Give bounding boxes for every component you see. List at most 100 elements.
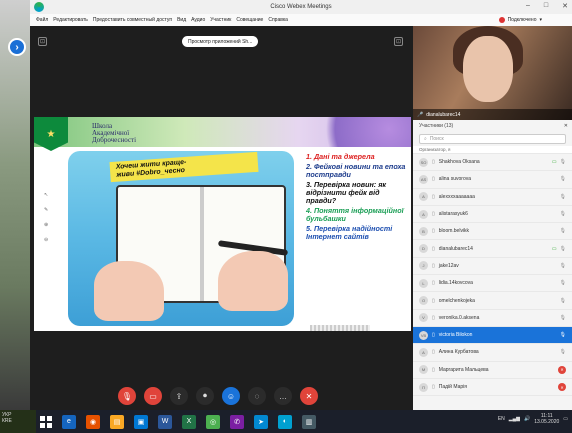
topic-list: 1. Дані та джерела 2. Фейкові новини та …	[306, 152, 410, 331]
more-options-icon[interactable]: …	[274, 387, 292, 405]
participant-row[interactable]: V ▯ veronika.0.aksena 🎙	[413, 310, 572, 327]
speaker-name: dianalubarec14	[426, 111, 461, 118]
mic-icon[interactable]: 🎙	[560, 349, 566, 355]
device-icon: ▯	[432, 332, 435, 339]
edge-icon[interactable]: e	[62, 414, 76, 429]
chrome-icon[interactable]: ◎	[206, 414, 220, 429]
leave-meeting-icon[interactable]: ✕	[300, 387, 318, 405]
menu-item-0[interactable]: Файл	[36, 17, 48, 23]
mute-icon[interactable]: 🎙	[118, 387, 136, 405]
participant-name: lidia.14kovcova	[438, 280, 473, 287]
participants-icon[interactable]: ☺	[222, 387, 240, 405]
zoom-out-icon[interactable]: ⊖	[44, 237, 48, 243]
muted-mic-icon[interactable]: ✕	[558, 365, 566, 374]
maximize-icon[interactable]: □	[544, 2, 548, 10]
windows-start-icon[interactable]	[40, 415, 52, 428]
mic-icon[interactable]: 🎙	[560, 176, 566, 182]
telegram-icon[interactable]: ➤	[254, 414, 268, 429]
participant-row[interactable]: VB ▯ victoria Bilokon 🎙	[413, 326, 572, 345]
webex-logo-icon	[34, 2, 44, 12]
pen-icon[interactable]: ✎	[44, 207, 48, 213]
mic-icon[interactable]: 🎙	[560, 315, 566, 321]
menu-item-3[interactable]: Вид	[177, 17, 186, 23]
share-icon[interactable]: ⇪	[170, 387, 188, 405]
participant-row[interactable]: A ▯ alexxxxaaaaaaa 🎙	[413, 189, 572, 206]
mic-icon[interactable]: 🎙	[560, 159, 566, 165]
device-icon: ▯	[432, 262, 435, 269]
pointer-icon[interactable]: ↖	[44, 192, 48, 198]
device-icon: ▯	[432, 384, 435, 390]
muted-mic-icon[interactable]: ✕	[558, 383, 566, 391]
connection-status: Подключено	[507, 17, 537, 23]
chat-icon[interactable]: ◌	[248, 387, 266, 405]
participant-search-input[interactable]: ⌕ Поиск	[419, 134, 566, 144]
excel-icon[interactable]: X	[182, 414, 196, 429]
network-icon[interactable]: ▂▄▆	[509, 416, 520, 422]
device-icon: ▯	[432, 297, 435, 304]
organizer-row[interactable]: Организатор, я	[413, 146, 572, 154]
participant-row[interactable]: П ▯ Падій Марія ✕	[413, 379, 572, 397]
record-icon[interactable]: ⏺	[196, 387, 214, 405]
participant-row[interactable]: D ▯ dianalubarec14 ▭ 🎙	[413, 240, 572, 258]
mic-icon[interactable]: 🎙	[560, 194, 566, 200]
fullscreen-icon[interactable]: ⊡	[394, 37, 403, 46]
firefox-icon[interactable]: ◉	[86, 414, 100, 429]
expand-panel-button[interactable]: ›	[8, 38, 26, 56]
system-tray: EN ▂▄▆ 🔊 11:11 13.05.2020 ▭	[498, 413, 568, 425]
participant-name: jake12av	[438, 262, 459, 269]
store-icon[interactable]: ▣	[134, 414, 148, 429]
tray-lang[interactable]: EN	[498, 416, 505, 422]
notifications-icon[interactable]: ▭	[563, 416, 568, 422]
clock[interactable]: 11:11 13.05.2020	[534, 413, 559, 425]
layout-icon[interactable]: ⊡	[38, 37, 47, 46]
webex-taskbar-icon[interactable]: ◐	[278, 414, 292, 429]
right-hand-image	[218, 251, 288, 311]
participant-row[interactable]: М ▯ Маргарита Мальцева ✕	[413, 362, 572, 379]
mic-icon[interactable]: 🎙	[560, 211, 566, 217]
file-explorer-icon[interactable]: ▤	[110, 414, 124, 429]
participant-row[interactable]: A ▯ alistarasyuk6 🎙	[413, 206, 572, 224]
mic-icon[interactable]: 🎙	[560, 263, 566, 269]
mic-icon[interactable]: 🎙	[560, 280, 566, 286]
window-title: Cisco Webex Meetings	[270, 4, 332, 10]
close-icon[interactable]: ✕	[562, 2, 568, 10]
active-speaker-video[interactable]: 🎤 dianalubarec14	[413, 26, 572, 120]
menu-item-7[interactable]: Справка	[268, 17, 288, 23]
topic-item-1: 1. Дані та джерела	[306, 152, 375, 161]
close-panel-icon[interactable]: ✕	[564, 123, 568, 129]
menu-item-1[interactable]: Редактировать	[53, 17, 88, 23]
participant-row[interactable]: J ▯ jake12av 🎙	[413, 258, 572, 276]
participant-row[interactable]: B ▯ bloom.belvikk 🎙	[413, 223, 572, 241]
participants-panel: Участники (13) ✕ ⌕ Поиск Организатор, я …	[413, 120, 572, 410]
avatar: O	[419, 296, 428, 306]
device-icon: ▯	[432, 211, 435, 218]
participant-name: omelchenkojeka	[438, 297, 475, 304]
shared-content-stage: ⊡ Просмотр приложений Sh... ⊡ ★ Школа Ака…	[30, 26, 413, 410]
participants-header: Участники (13) ✕	[413, 120, 572, 132]
menu-item-6[interactable]: Совещание	[236, 17, 263, 23]
volume-icon[interactable]: 🔊	[524, 416, 530, 422]
avatar: V	[419, 313, 428, 323]
chevron-down-icon[interactable]: ▾	[539, 17, 542, 23]
participant-row[interactable]: O ▯ omelchenkojeka 🎙	[413, 292, 572, 310]
participant-row[interactable]: L ▯ lidia.14kovcova 🎙	[413, 275, 572, 293]
menu-item-5[interactable]: Участник	[210, 17, 231, 23]
avatar: D	[419, 244, 428, 254]
mic-icon[interactable]: 🎙	[560, 332, 566, 338]
device-icon: ▯	[432, 176, 435, 183]
app-icon[interactable]: ▥	[302, 414, 316, 429]
participant-row[interactable]: AS ▯ alina suvorova 🎙	[413, 171, 572, 189]
menu-item-4[interactable]: Аудио	[191, 17, 205, 23]
menu-item-2[interactable]: Предоставить совместный доступ	[93, 17, 172, 23]
participant-row[interactable]: SO ▯ Shakhova Oksana ▭ 🎙	[413, 154, 572, 172]
zoom-in-icon[interactable]: ⊕	[44, 222, 48, 228]
mic-icon[interactable]: 🎙	[560, 228, 566, 234]
stop-video-icon[interactable]: ▭	[144, 387, 162, 405]
mic-icon[interactable]: 🎙	[560, 246, 566, 252]
participant-row[interactable]: А ▯ Алина Курбатова 🎙	[413, 344, 572, 362]
viewing-application-pill[interactable]: Просмотр приложений Sh...	[182, 36, 259, 47]
word-icon[interactable]: W	[158, 414, 172, 429]
minimize-icon[interactable]: –	[526, 2, 530, 10]
mic-icon[interactable]: 🎙	[560, 298, 566, 304]
viber-icon[interactable]: ✆	[230, 414, 244, 429]
